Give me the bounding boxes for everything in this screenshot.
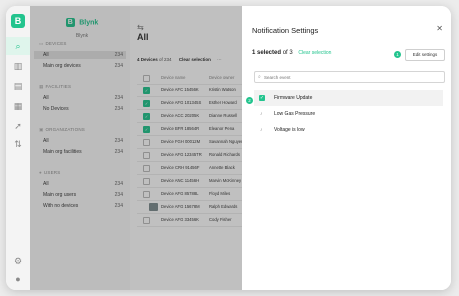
- selected-label: 1 selected: [252, 50, 282, 56]
- app-logo[interactable]: B: [11, 14, 25, 28]
- selection-summary: 1 selected of 3 Clear selection: [252, 50, 331, 56]
- total-label: of 3: [282, 50, 293, 56]
- clear-selection-link[interactable]: Clear selection: [298, 50, 331, 56]
- transfer-icon[interactable]: ⇅: [13, 139, 23, 149]
- dashboard-icon[interactable]: ▥: [13, 61, 23, 71]
- user-icon[interactable]: ●: [13, 274, 23, 284]
- icon-rail: B ⌕ ▥ ▤ ▦ ➚ ⇅ ⚙ ●: [6, 6, 31, 290]
- search-icon[interactable]: ⌕: [13, 41, 23, 51]
- bell-icon: ♪: [260, 127, 263, 133]
- event-row-firmware-update[interactable]: ✓ Firmware Update: [254, 90, 443, 106]
- modal-overlay[interactable]: [30, 6, 242, 290]
- building-icon[interactable]: ▦: [13, 101, 23, 111]
- settings-icon[interactable]: ⚙: [13, 256, 23, 266]
- event-label: Low Gas Pressure: [274, 111, 316, 117]
- event-label: Voltage is low: [274, 127, 305, 133]
- panel-title: Notification Settings: [252, 26, 319, 35]
- pin-icon[interactable]: ➚: [13, 121, 23, 131]
- search-icon: ⌕: [258, 74, 261, 80]
- app-window: B ⌕ ▥ ▤ ▦ ➚ ⇅ ⚙ ● B Blynk Blynk ▭ DEVICES…: [6, 6, 451, 290]
- notification-settings-panel: Notification Settings ✕ 1 selected of 3 …: [242, 6, 451, 290]
- event-row-low-gas-pressure[interactable]: ♪ Low Gas Pressure: [254, 106, 443, 122]
- search-box: ⌕: [254, 71, 445, 83]
- event-row-voltage-is-low[interactable]: ♪ Voltage is low: [254, 122, 443, 138]
- search-event-input[interactable]: [264, 72, 439, 82]
- event-label: Firmware Update: [274, 95, 313, 101]
- bell-icon: ♪: [260, 111, 263, 117]
- close-icon[interactable]: ✕: [436, 24, 443, 33]
- step-badge: 1: [394, 51, 401, 58]
- chart-icon[interactable]: ▤: [13, 81, 23, 91]
- step-badge: 2: [246, 97, 253, 104]
- checkbox-checked-icon[interactable]: ✓: [259, 95, 265, 101]
- edit-settings-button[interactable]: Edit settings: [405, 49, 445, 61]
